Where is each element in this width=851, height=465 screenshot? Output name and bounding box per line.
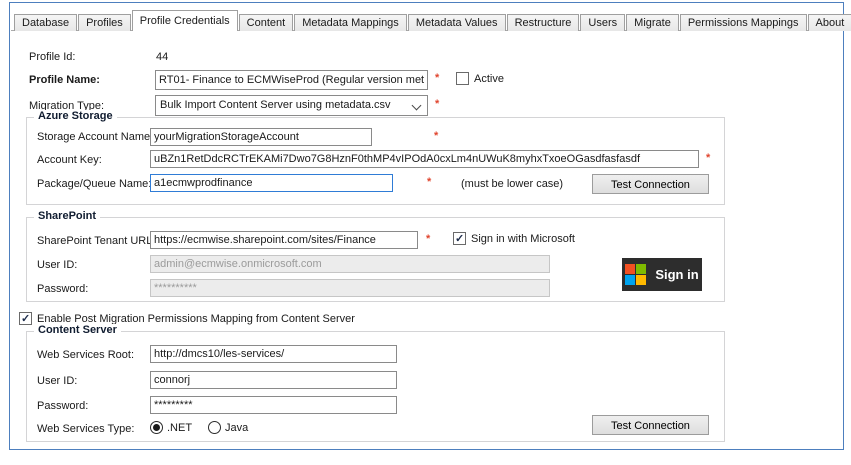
microsoft-signin-label: Sign in <box>655 267 698 282</box>
profile-name-input[interactable] <box>155 70 428 90</box>
web-services-type-net-radio[interactable] <box>150 421 163 434</box>
web-services-root-input[interactable] <box>150 345 397 363</box>
sharepoint-tenant-url-input[interactable] <box>150 231 418 249</box>
app-canvas: Database Profiles Profile Credentials Co… <box>0 0 851 465</box>
tab-migrate[interactable]: Migrate <box>626 14 679 31</box>
tab-about[interactable]: About <box>808 14 851 31</box>
app-window: Database Profiles Profile Credentials Co… <box>9 2 844 450</box>
storage-account-name-label: Storage Account Name: <box>37 131 153 143</box>
profile-id-label: Profile Id: <box>29 51 75 63</box>
content-server-password-input[interactable] <box>150 396 397 414</box>
tab-profile-credentials[interactable]: Profile Credentials <box>132 10 238 31</box>
migration-type-dropdown[interactable]: Bulk Import Content Server using metadat… <box>155 95 428 116</box>
content-server-user-id-label: User ID: <box>37 375 77 387</box>
sharepoint-user-id-input[interactable] <box>150 255 550 273</box>
signin-with-microsoft-checkbox[interactable] <box>453 232 466 245</box>
sharepoint-groupbox: SharePoint SharePoint Tenant URL: * Sign… <box>26 217 725 302</box>
sharepoint-title: SharePoint <box>34 210 100 222</box>
content-server-test-connection-button[interactable]: Test Connection <box>592 415 709 435</box>
package-queue-name-label: Package/Queue Name: <box>37 178 151 190</box>
tenant-url-required-marker: * <box>426 233 430 245</box>
profile-id-value: 44 <box>156 51 168 63</box>
tab-permissions-mappings[interactable]: Permissions Mappings <box>680 14 807 31</box>
web-services-type-java-label: Java <box>225 422 248 434</box>
tab-users[interactable]: Users <box>580 14 625 31</box>
migration-type-required-marker: * <box>435 98 439 110</box>
content-server-user-id-input[interactable] <box>150 371 397 389</box>
tabstrip: Database Profiles Profile Credentials Co… <box>14 10 851 31</box>
post-migration-permissions-checkbox[interactable] <box>19 312 32 325</box>
signin-with-microsoft-label: Sign in with Microsoft <box>471 233 575 245</box>
profile-name-required-marker: * <box>435 72 439 84</box>
azure-storage-title: Azure Storage <box>34 110 117 122</box>
tab-metadata-values[interactable]: Metadata Values <box>408 14 506 31</box>
sharepoint-user-id-label: User ID: <box>37 259 77 271</box>
azure-storage-groupbox: Azure Storage Storage Account Name: * Ac… <box>26 117 725 205</box>
package-lowercase-note: (must be lower case) <box>461 178 563 190</box>
chevron-down-icon <box>412 101 422 111</box>
microsoft-signin-button[interactable]: Sign in <box>622 258 702 291</box>
azure-test-connection-button[interactable]: Test Connection <box>592 174 709 194</box>
sharepoint-password-label: Password: <box>37 283 88 295</box>
tab-metadata-mappings[interactable]: Metadata Mappings <box>294 14 407 31</box>
active-checkbox[interactable] <box>456 72 469 85</box>
microsoft-logo-icon <box>625 264 646 285</box>
content-server-title: Content Server <box>34 324 121 336</box>
active-checkbox-label: Active <box>474 73 504 85</box>
account-key-label: Account Key: <box>37 154 102 166</box>
storage-account-required-marker: * <box>434 130 438 142</box>
sharepoint-tenant-url-label: SharePoint Tenant URL: <box>37 235 155 247</box>
migration-type-value: Bulk Import Content Server using metadat… <box>160 99 391 111</box>
web-services-type-net-label: .NET <box>167 422 192 434</box>
tab-profiles[interactable]: Profiles <box>78 14 131 31</box>
tab-content[interactable]: Content <box>239 14 294 31</box>
tab-restructure[interactable]: Restructure <box>507 14 580 31</box>
account-key-input[interactable] <box>150 150 699 168</box>
content-server-password-label: Password: <box>37 400 88 412</box>
storage-account-name-input[interactable] <box>150 128 372 146</box>
account-key-required-marker: * <box>706 152 710 164</box>
content-server-groupbox: Content Server Web Services Root: User I… <box>26 331 725 442</box>
web-services-type-java-radio[interactable] <box>208 421 221 434</box>
web-services-type-label: Web Services Type: <box>37 423 134 435</box>
profile-name-label: Profile Name: <box>29 74 100 86</box>
sharepoint-password-input[interactable] <box>150 279 550 297</box>
package-queue-required-marker: * <box>427 176 431 188</box>
web-services-root-label: Web Services Root: <box>37 349 134 361</box>
tab-database[interactable]: Database <box>14 14 77 31</box>
package-queue-name-input[interactable] <box>150 174 393 192</box>
